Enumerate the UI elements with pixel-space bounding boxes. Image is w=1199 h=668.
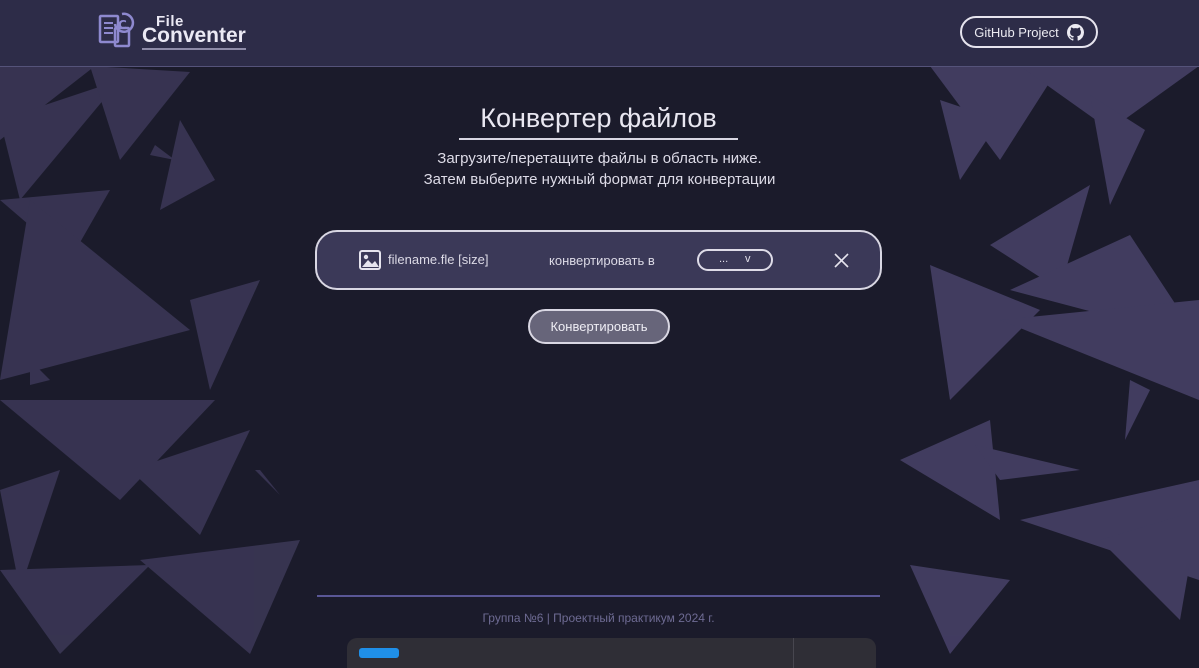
file-convert-icon: C xyxy=(98,12,135,48)
format-select-value: ... xyxy=(719,253,729,265)
convert-button[interactable]: Конвертировать xyxy=(528,309,670,344)
page-title: Конвертер файлов xyxy=(459,100,738,140)
bottom-bar-accent xyxy=(359,648,399,658)
app-logo[interactable]: C File Conventer xyxy=(98,10,258,54)
page-subtitle: Загрузите/перетащите файлы в область ниж… xyxy=(300,148,899,190)
convert-to-label: конвертировать в xyxy=(549,253,655,268)
chevron-down-icon: v xyxy=(745,253,751,265)
github-icon xyxy=(1066,23,1084,41)
github-button-label: GitHub Project xyxy=(974,24,1059,40)
github-project-button[interactable]: GitHub Project xyxy=(960,16,1098,48)
bottom-overlay-bar xyxy=(347,638,876,668)
file-row[interactable]: filename.fle [size] конвертировать в ...… xyxy=(315,230,882,290)
logo-text-conventer: Conventer xyxy=(142,24,246,50)
close-icon[interactable] xyxy=(833,252,850,269)
header-bar: C File Conventer GitHub Project xyxy=(0,0,1199,67)
footer-text: Группа №6 | Проектный практикум 2024 г. xyxy=(482,611,715,625)
svg-text:C: C xyxy=(118,18,127,32)
file-name: filename.fle [size] xyxy=(388,252,489,267)
footer-divider xyxy=(317,595,880,597)
image-icon xyxy=(359,250,381,270)
subtitle-line-2: Затем выберите нужный формат для конверт… xyxy=(423,171,776,188)
subtitle-line-1: Загрузите/перетащите файлы в область ниж… xyxy=(437,150,762,167)
format-select[interactable]: ... v xyxy=(697,249,773,271)
bottom-bar-separator xyxy=(793,638,794,668)
